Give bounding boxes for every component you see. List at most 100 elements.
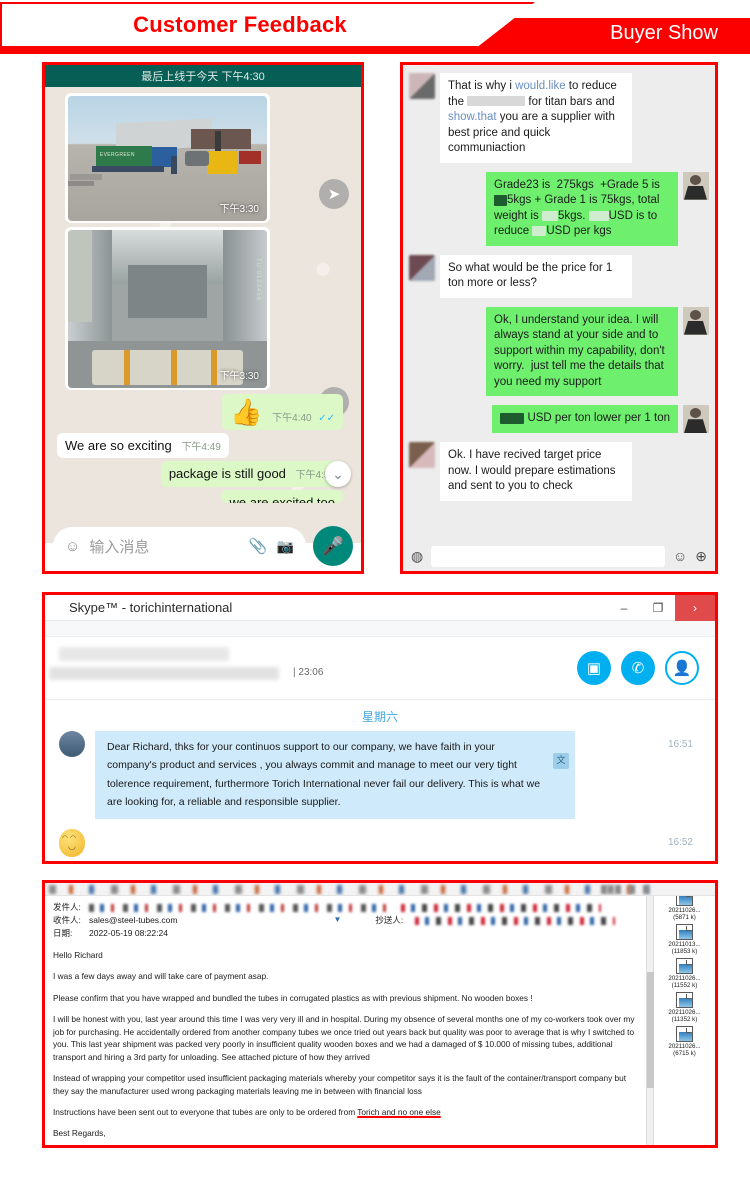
outgoing-message[interactable]: USD per ton lower per 1 ton [492,405,678,433]
chevron-double-down-icon[interactable]: ⌄ [325,461,351,487]
email-signoff: Best Regards, [53,1128,106,1139]
scrollbar-thumb[interactable] [647,971,654,1088]
chat-photo-message[interactable]: TU 0123456 下午3:30 [65,227,270,390]
outgoing-message[interactable]: package is still good 下午4:51 [160,461,343,487]
redacted-value [532,226,547,237]
chat-photo-message[interactable]: EVERGREEN 下午3:30 [65,93,270,223]
thumbs-up-message[interactable]: 👍 下午4:40 ✓✓ [222,394,343,430]
incoming-message[interactable]: We are so exciting 下午4:49 [57,432,229,458]
message-row[interactable]: 👍 下午4:40 ✓✓ [51,394,343,430]
video-camera-icon[interactable]: ▣ [577,651,611,685]
page-header-banner: Customer Feedback Buyer Show [0,0,750,54]
skype-incoming-message[interactable]: Dear Richard, thks for your continuos su… [95,731,575,819]
whatsapp-message-list[interactable]: EVERGREEN 下午3:30 ➤ TU 0123456 下午3:30 👍 下… [45,87,361,543]
whatsapp-right-message-list[interactable]: That is why i would.like to reduce the f… [403,65,715,571]
avatar [409,73,435,99]
email-header-date: 日期: 2022-05-19 08:22:24 [53,927,638,940]
whatsapp-right-composer[interactable]: ◍ ☺ ⊕ [403,541,715,571]
skype-message-row[interactable]: Dear Richard, thks for your continuos su… [45,731,715,819]
worker-figure [171,156,178,174]
email-greeting: Hello Richard [53,950,103,960]
minimize-button[interactable]: – [607,601,641,615]
message-row[interactable]: package is still good 下午4:51 [51,461,343,487]
attachment-item[interactable]: 20211026... (11352 k) [668,992,701,1023]
message-row[interactable]: Ok. I have recived target price now. I w… [409,442,709,501]
cc-label: 抄送人: [375,914,404,925]
email-header-to: 收件人: sales@steel-tubes.com ▼ 抄送人: [53,914,638,927]
voice-note-icon[interactable]: ◍ [411,548,423,565]
to-value: sales@steel-tubes.com [89,914,178,925]
email-paragraph-2: Please confirm that you have wrapped and… [53,992,533,1003]
message-row[interactable]: That is why i would.like to reduce the f… [409,73,709,163]
email-client-panel: 发件人: 收件人: sales@steel-tubes.com ▼ 抄送人: 日… [42,880,718,1148]
email-attachment-list[interactable]: 20211026... (5871 k) 20211013... (11853 … [653,896,715,1145]
message-row[interactable]: So what would be the price for 1 ton mor… [409,254,709,298]
skype-title-bar: Skype™ - torichinternational – ❐ › [45,595,715,621]
emoji-smiley-icon[interactable]: ☺ [65,538,80,555]
skype-contact-header: | 23:06 ▣ ✆ 👤 [45,637,715,699]
email-body-area: 发件人: 收件人: sales@steel-tubes.com ▼ 抄送人: 日… [45,896,715,1145]
container-loading-photo[interactable]: EVERGREEN 下午3:30 [68,96,267,221]
container-interior-photo[interactable]: TU 0123456 下午3:30 [68,230,267,388]
image-attachment-icon [675,896,693,906]
whatsapp-composer[interactable]: ☺ 输入消息 📎 📷 🎤 [45,521,361,571]
email-header-from: 发件人: [53,901,638,914]
maximize-button[interactable]: ❐ [641,601,675,615]
container-serial-text: TU 0123456 [255,258,262,302]
email-paragraph-1: I was a few days away and will take care… [53,971,269,982]
banner-title-wrap: Customer Feedback [0,2,535,48]
photo-timestamp: 下午3:30 [219,371,259,382]
attachment-item[interactable]: 20211026... (11552 k) [668,958,701,989]
attachment-name: 20211026... [668,1043,701,1050]
chevron-down-icon[interactable]: ▼ [333,914,341,927]
whatsapp-chat-panel-left: 最后上线于今天 下午4:30 EVERGREEN 下午3:30 ➤ TU 012… [42,62,364,574]
outgoing-message[interactable]: Ok, I understand your idea. I will alway… [486,306,678,397]
emoji-smiley-icon[interactable]: ☺ [673,548,687,564]
email-headers: 发件人: 收件人: sales@steel-tubes.com ▼ 抄送人: 日… [53,901,638,940]
email-scrollbar[interactable] [646,896,654,1145]
ground-material-2 [68,181,94,186]
outgoing-message-clipped[interactable]: we are excited too [221,489,343,503]
email-toolbar[interactable] [45,883,715,896]
add-person-icon[interactable]: 👤 [665,651,699,685]
message-row[interactable]: USD per ton lower per 1 ton [409,405,709,434]
container-depth [127,264,208,319]
incoming-message[interactable]: So what would be the price for 1 ton mor… [440,254,632,298]
attachment-item[interactable]: 20211026... (5871 k) [668,896,701,921]
skype-action-buttons[interactable]: ▣ ✆ 👤 [577,651,699,685]
container-brand-text: EVERGREEN [99,152,135,159]
camera-icon[interactable]: 📷 [277,538,294,555]
message-row[interactable]: We are so exciting 下午4:49 [57,432,355,458]
avatar [683,171,709,200]
message-row[interactable]: we are excited too [51,489,343,503]
attachment-item[interactable]: 20211013... (11853 k) [668,924,701,955]
attachment-name: 20211026... [668,907,701,914]
email-paragraph-4: Instead of wrapping your competitor used… [53,1073,627,1096]
message-input[interactable] [431,545,665,567]
toolbar-icons-redacted [49,885,649,894]
attachment-name: 20211026... [668,975,701,982]
flatbed-trailer [91,166,164,173]
message-row[interactable]: Ok, I understand your idea. I will alway… [409,306,709,397]
outgoing-message[interactable]: Grade23 is 275kgs +Grade 5 is 5kgs + Gra… [486,171,678,246]
microphone-icon[interactable]: 🎤 [313,526,353,566]
message-row[interactable]: Grade23 is 275kgs +Grade 5 is 5kgs + Gra… [409,171,709,246]
attachment-item[interactable]: 20211026... (6715 k) [668,1026,701,1057]
forward-arrow-icon[interactable]: ➤ [319,179,349,209]
plus-circle-icon[interactable]: ⊕ [695,548,707,565]
date-value: 2022-05-19 08:22:24 [89,927,168,938]
close-button[interactable]: › [675,595,715,621]
skype-message-row[interactable]: 16:52 [45,819,715,862]
message-input[interactable]: ☺ 输入消息 📎 📷 [53,527,306,565]
skype-subtoolbar [45,621,715,637]
incoming-message[interactable]: That is why i would.like to reduce the f… [440,73,632,163]
incoming-message[interactable]: Ok. I have recived target price now. I w… [440,442,632,501]
contact-last-seen: | 23:06 [293,667,324,678]
translate-icon[interactable]: 文 [553,753,569,769]
paperclip-icon[interactable]: 📎 [249,537,268,555]
attachment-name: 20211026... [668,1009,701,1016]
email-paragraph-underlined: Instructions have been sent out to every… [53,1106,638,1118]
red-truck [239,151,261,164]
window-controls[interactable]: – ❐ › [607,595,715,621]
phone-icon[interactable]: ✆ [621,651,655,685]
